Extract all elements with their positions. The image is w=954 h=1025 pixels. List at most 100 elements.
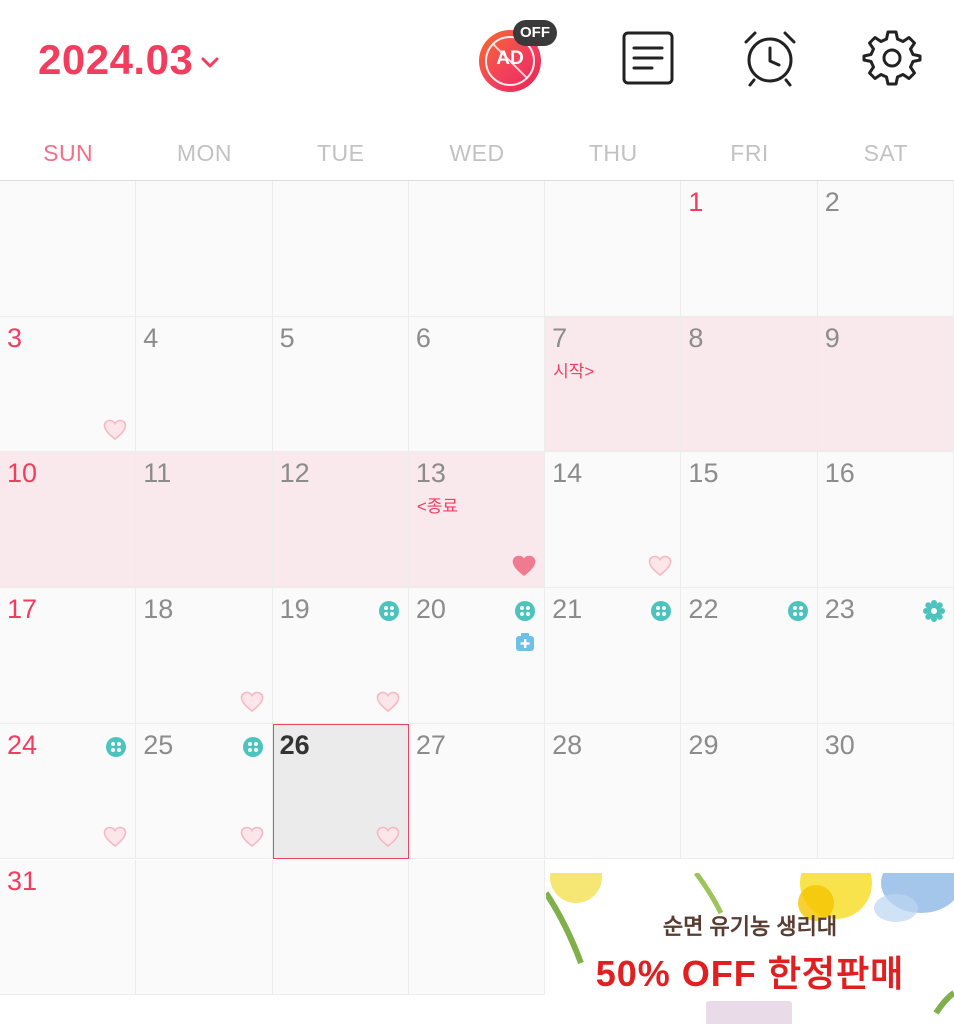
heart-icon bbox=[376, 691, 400, 713]
day-cell-1[interactable]: 1 bbox=[681, 181, 818, 317]
day-cell-10[interactable]: 10 bbox=[0, 452, 137, 589]
empty-day-cell bbox=[0, 181, 137, 317]
period-end-label: <종료 bbox=[416, 497, 459, 517]
ad-headline: 50% OFF 한정판매 bbox=[595, 953, 905, 994]
day-cell-15[interactable]: 15 bbox=[681, 452, 818, 589]
day-number: 13 bbox=[415, 458, 446, 489]
pill-icon bbox=[650, 600, 672, 622]
day-number: 22 bbox=[688, 594, 719, 625]
day-number: 27 bbox=[415, 729, 446, 760]
day-number: 10 bbox=[7, 458, 38, 489]
day-cell-11[interactable]: 11 bbox=[136, 452, 273, 589]
month-selector[interactable]: 2024.03 bbox=[38, 36, 221, 84]
day-cell-6[interactable]: 6 bbox=[408, 316, 546, 453]
pill-icon bbox=[378, 600, 400, 622]
day-cell-14[interactable]: 14 bbox=[545, 452, 682, 589]
day-cell-24[interactable]: 24 bbox=[0, 723, 137, 860]
weekday-thu: THU bbox=[588, 140, 638, 166]
flower-icon bbox=[922, 600, 945, 623]
day-number: 30 bbox=[824, 729, 855, 760]
day-number: 26 bbox=[279, 729, 310, 760]
day-cell-2[interactable]: 2 bbox=[817, 181, 954, 317]
day-number: 8 bbox=[688, 322, 704, 353]
day-cell-28[interactable]: 28 bbox=[545, 723, 682, 860]
heart-icon bbox=[103, 826, 127, 848]
day-cell-18[interactable]: 18 bbox=[136, 588, 273, 724]
heart-icon bbox=[103, 419, 127, 441]
day-number: 17 bbox=[7, 594, 38, 625]
heart-icon bbox=[240, 691, 264, 713]
chevron-down-icon bbox=[201, 57, 219, 68]
day-cell-5[interactable]: 5 bbox=[272, 316, 409, 453]
day-number: 4 bbox=[143, 322, 159, 353]
weekday-mon: MON bbox=[176, 140, 232, 166]
pill-icon bbox=[242, 736, 264, 758]
day-number: 3 bbox=[7, 322, 23, 353]
day-cell-4[interactable]: 4 bbox=[136, 316, 273, 453]
ad-banner[interactable]: 순면 유기농 생리대 50% OFF 한정판매 bbox=[546, 873, 954, 1024]
day-cell-12[interactable]: 12 bbox=[272, 452, 409, 589]
day-number: 21 bbox=[552, 594, 583, 625]
day-cell-29[interactable]: 29 bbox=[681, 723, 818, 860]
weekday-tue: TUE bbox=[316, 140, 365, 166]
day-cell-31[interactable]: 31 bbox=[0, 859, 137, 996]
day-number: 20 bbox=[415, 594, 446, 625]
day-cell-9[interactable]: 9 bbox=[817, 316, 954, 453]
day-number: 23 bbox=[824, 594, 855, 625]
day-cell-30[interactable]: 30 bbox=[817, 723, 954, 860]
day-number: 25 bbox=[143, 729, 174, 760]
notes-icon[interactable] bbox=[618, 28, 678, 88]
day-number: 19 bbox=[279, 594, 310, 625]
day-number: 29 bbox=[688, 729, 719, 760]
ad-label: AD bbox=[496, 48, 524, 69]
day-number: 15 bbox=[688, 458, 719, 489]
day-number: 7 bbox=[552, 322, 568, 353]
day-cell-17[interactable]: 17 bbox=[0, 588, 137, 724]
day-cell-8[interactable]: 8 bbox=[681, 316, 818, 453]
period-start-label: 시작> bbox=[553, 361, 595, 381]
day-cell-7[interactable]: 7 시작> bbox=[545, 316, 682, 453]
day-number: 28 bbox=[552, 729, 583, 760]
empty-day-cell bbox=[136, 859, 273, 996]
day-cell-23[interactable]: 23 bbox=[817, 588, 954, 724]
day-cell-19[interactable]: 19 bbox=[272, 588, 409, 724]
day-cell-22[interactable]: 22 bbox=[681, 588, 818, 724]
day-cell-3[interactable]: 3 bbox=[0, 316, 137, 453]
ad-off-badge: OFF bbox=[513, 20, 557, 46]
day-number: 24 bbox=[7, 729, 38, 760]
medicine-icon bbox=[514, 631, 536, 653]
day-cell-26[interactable]: 26 bbox=[272, 723, 409, 860]
alarm-clock-icon[interactable] bbox=[740, 28, 800, 88]
weekday-fri: FRI bbox=[730, 140, 769, 166]
day-cell-13[interactable]: 13 <종료 bbox=[408, 452, 546, 589]
heart-icon bbox=[376, 826, 400, 848]
day-cell-16[interactable]: 16 bbox=[817, 452, 954, 589]
day-cell-25[interactable]: 25 bbox=[136, 723, 273, 860]
day-number: 9 bbox=[824, 322, 840, 353]
day-number: 12 bbox=[279, 458, 310, 489]
pill-icon bbox=[105, 736, 127, 758]
empty-day-cell bbox=[408, 181, 546, 317]
day-cell-21[interactable]: 21 bbox=[545, 588, 682, 724]
day-number: 2 bbox=[824, 187, 840, 217]
heart-filled-icon bbox=[512, 555, 536, 577]
weekday-sun: SUN bbox=[43, 140, 94, 166]
empty-day-cell bbox=[272, 181, 409, 317]
empty-day-cell bbox=[545, 181, 682, 317]
day-number: 18 bbox=[143, 594, 174, 625]
pill-icon bbox=[787, 600, 809, 622]
settings-gear-icon[interactable] bbox=[862, 28, 922, 88]
day-number: 14 bbox=[552, 458, 583, 489]
day-number: 11 bbox=[143, 458, 172, 489]
day-number: 16 bbox=[824, 458, 855, 489]
month-label: 2024.03 bbox=[38, 36, 194, 83]
weekday-sat: SAT bbox=[863, 140, 909, 166]
day-cell-20[interactable]: 20 bbox=[408, 588, 546, 724]
heart-icon bbox=[648, 555, 672, 577]
day-number: 5 bbox=[279, 322, 295, 353]
day-cell-27[interactable]: 27 bbox=[408, 723, 546, 860]
app-header: 2024.03 AD OFF bbox=[0, 0, 954, 120]
weekday-header: SUN MON TUE WED THU FRI SAT bbox=[0, 140, 954, 170]
day-number: 6 bbox=[415, 322, 431, 353]
heart-icon bbox=[240, 826, 264, 848]
